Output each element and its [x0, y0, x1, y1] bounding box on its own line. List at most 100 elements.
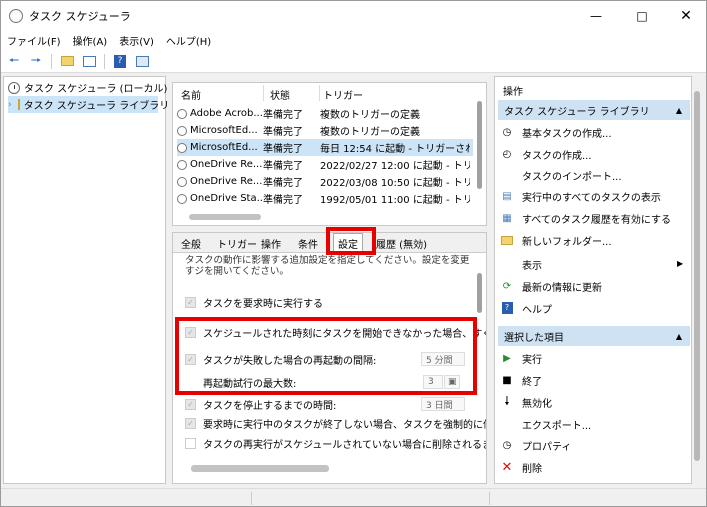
tab-actions[interactable]: 操作 — [261, 236, 281, 251]
table-row[interactable]: OneDrive Re... 準備完了 2022/03/08 10:50 に起動… — [177, 173, 473, 190]
tree-root[interactable]: タスク スケジューラ (ローカル) — [8, 79, 167, 96]
properties-icon: ◷ — [502, 439, 512, 451]
status-bar — [1, 488, 706, 506]
menu-view[interactable]: 表示(V) — [119, 33, 154, 48]
new-folder-icon — [501, 234, 513, 246]
action-export[interactable]: エクスポート... — [501, 415, 591, 433]
menu-action[interactable]: 操作(A) — [73, 33, 108, 48]
help-icon[interactable]: ? — [111, 53, 129, 69]
window-title: タスク スケジューラ — [29, 10, 131, 23]
table-row[interactable]: MicrosoftEd... 準備完了 複数のトリガーの定義 — [177, 122, 473, 139]
action-run[interactable]: ▶ 実行 — [501, 349, 542, 367]
refresh-icon: ⟳ — [502, 280, 512, 292]
action-create-basic-task[interactable]: ◷ 基本タスクの作成... — [501, 123, 612, 141]
checkbox-checked[interactable]: ✓ — [185, 417, 196, 429]
task-icon — [177, 142, 187, 153]
column-trigger[interactable]: トリガー — [323, 87, 363, 102]
menu-bar: ファイル(F) 操作(A) 表示(V) ヘルプ(H) — [1, 31, 706, 50]
running-tasks-icon: ▤ — [502, 190, 512, 202]
tab-history[interactable]: 履歴 (無効) — [376, 236, 427, 251]
column-status[interactable]: 状態 — [270, 87, 290, 102]
action-view[interactable]: 表示 — [501, 255, 542, 273]
action-new-folder[interactable]: 新しいフォルダー... — [501, 231, 612, 249]
folder-clock-icon — [17, 99, 20, 110]
clock-icon — [8, 81, 20, 94]
task-icon — [177, 176, 187, 187]
force-stop-option[interactable]: ✓ 要求時に実行中のタスクが終了しない場合、タスクを強制的に停 — [185, 415, 486, 431]
task-scheduler-window: タスク スケジューラ — □ ✕ ファイル(F) 操作(A) 表示(V) ヘルプ… — [0, 0, 707, 507]
caret-up-icon[interactable]: ▲ — [676, 106, 682, 115]
help-icon: ? — [501, 302, 513, 314]
close-icon[interactable]: ✕ — [664, 1, 707, 31]
action-display-running[interactable]: ▤ 実行中のすべてのタスクの表示 — [501, 187, 661, 205]
tree-root-label: タスク スケジューラ (ローカル) — [24, 84, 168, 95]
tab-general[interactable]: 全般 — [181, 236, 201, 251]
settings-description: タスクの動作に影響する追加設定を指定してください。設定を変更すジを開いてください… — [185, 255, 470, 277]
tree-library-label: タスク スケジューラ ライブラリ — [23, 101, 170, 112]
tab-triggers[interactable]: トリガー — [217, 236, 257, 251]
forward-icon[interactable]: 🠖 — [27, 53, 45, 69]
horizontal-scrollbar[interactable] — [189, 214, 261, 220]
delete-icon: ✕ — [501, 459, 513, 475]
task-icon — [177, 159, 187, 170]
task-icon: ◴ — [502, 148, 512, 160]
task-icon — [177, 193, 187, 204]
task-list: 名前 状態 トリガー Adobe Acrob... 準備完了 複数のトリガーの定… — [172, 82, 487, 226]
stop-option[interactable]: ✓ タスクを停止するまでの時間: — [185, 396, 336, 412]
action-end[interactable]: ■ 終了 — [501, 371, 542, 389]
column-name[interactable]: 名前 — [181, 87, 201, 102]
action-import-task[interactable]: タスクのインポート... — [501, 166, 622, 184]
table-row-selected[interactable]: MicrosoftEd... 準備完了 毎日 12:54 に起動 - トリガーさ… — [177, 139, 473, 156]
title-bar: タスク スケジューラ — □ ✕ — [1, 1, 706, 31]
table-row[interactable]: Adobe Acrob... 準備完了 複数のトリガーの定義 — [177, 105, 473, 122]
action-disable[interactable]: 🠗 無効化 — [501, 393, 552, 411]
history-icon: ▦ — [502, 212, 512, 224]
checkbox-checked[interactable]: ✓ — [185, 296, 196, 308]
menu-file[interactable]: ファイル(F) — [7, 33, 61, 48]
action-enable-history[interactable]: ▦ すべてのタスク履歴を有効にする — [501, 209, 671, 227]
minimize-icon[interactable]: — — [574, 1, 618, 31]
caret-up-icon[interactable]: ▲ — [676, 332, 682, 341]
actions-title: 操作 — [503, 87, 523, 98]
vertical-scrollbar[interactable] — [477, 273, 482, 313]
tree-library[interactable]: › タスク スケジューラ ライブラリ — [8, 96, 169, 113]
submenu-arrow-icon[interactable]: ▶ — [677, 259, 683, 268]
action-properties[interactable]: ◷ プロパティ — [501, 436, 572, 454]
tab-conditions[interactable]: 条件 — [298, 236, 318, 251]
app-clock-icon — [9, 9, 23, 23]
settings-tab-highlight — [326, 227, 376, 255]
properties-icon[interactable] — [80, 53, 98, 69]
folder-up-icon[interactable] — [58, 53, 76, 69]
checkbox-checked[interactable]: ✓ — [185, 398, 196, 410]
table-row[interactable]: OneDrive Re... 準備完了 2022/02/27 12:00 に起動… — [177, 156, 473, 173]
console-icon[interactable] — [133, 53, 151, 69]
actions-scrollbar[interactable] — [694, 91, 700, 461]
back-icon[interactable]: 🠔 — [5, 53, 23, 69]
console-tree: タスク スケジューラ (ローカル) › タスク スケジューラ ライブラリ — [3, 76, 169, 484]
action-create-task[interactable]: ◴ タスクの作成... — [501, 145, 592, 163]
toolbar: 🠔 🠖 ? — [1, 50, 706, 73]
task-icon — [177, 125, 187, 136]
menu-help[interactable]: ヘルプ(H) — [166, 33, 211, 48]
section-selected-item[interactable]: 選択した項目 ▲ — [498, 326, 690, 346]
checkbox-unchecked[interactable] — [185, 437, 196, 449]
horizontal-scrollbar[interactable] — [191, 465, 329, 472]
run-on-demand-option[interactable]: ✓ タスクを要求時に実行する — [185, 294, 323, 310]
stop-icon: ■ — [502, 374, 512, 386]
action-refresh[interactable]: ⟳ 最新の情報に更新 — [501, 277, 602, 295]
section-library[interactable]: タスク スケジューラ ライブラリ ▲ — [498, 100, 690, 120]
table-row[interactable]: OneDrive Sta... 準備完了 1992/05/01 11:00 に起… — [177, 190, 473, 207]
options-highlight — [175, 317, 477, 395]
action-help[interactable]: ? ヘルプ — [501, 299, 552, 317]
disable-icon: 🠗 — [504, 393, 510, 408]
actions-pane: 操作 タスク スケジューラ ライブラリ ▲ ◷ 基本タスクの作成... ◴ タスクの作… — [494, 76, 692, 484]
delete-option[interactable]: タスクの再実行がスケジュールされていない場合に削除されるまで — [185, 435, 486, 451]
chevron-right-icon[interactable]: › — [8, 100, 12, 110]
run-icon: ▶ — [503, 352, 511, 364]
vertical-scrollbar[interactable] — [477, 101, 482, 189]
basic-task-icon: ◷ — [502, 126, 512, 138]
stop-duration-select[interactable]: 3 日間 — [421, 397, 465, 411]
maximize-icon[interactable]: □ — [620, 1, 664, 31]
task-icon — [177, 108, 187, 119]
action-delete[interactable]: ✕ 削除 — [501, 458, 542, 476]
